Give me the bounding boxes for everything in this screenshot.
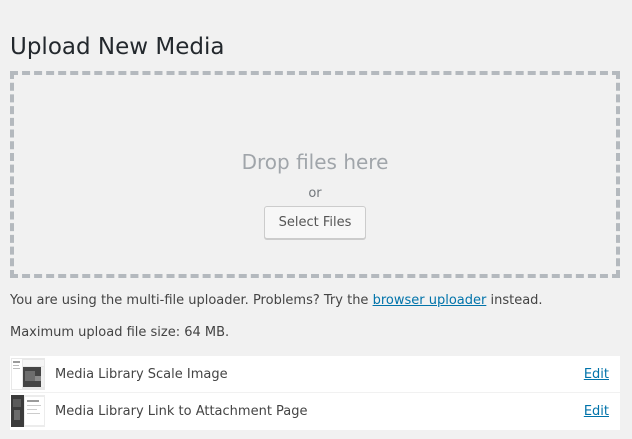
page-title: Upload New Media <box>10 34 225 61</box>
drop-zone[interactable]: Drop files here or Select Files <box>10 71 620 278</box>
image-thumbnail-icon <box>11 358 45 390</box>
drop-files-label: Drop files here <box>241 150 389 174</box>
item-title: Media Library Scale Image <box>55 367 228 382</box>
or-label: or <box>308 186 322 201</box>
edit-link[interactable]: Edit <box>584 403 609 420</box>
upload-media-page: Upload New Media Drop files here or Sele… <box>0 0 632 439</box>
item-title: Media Library Link to Attachment Page <box>55 404 308 419</box>
uploader-notice-suffix: instead. <box>486 293 543 308</box>
uploader-notice-prefix: You are using the multi-file uploader. P… <box>10 293 373 308</box>
image-thumbnail-icon <box>11 395 45 427</box>
select-files-button[interactable]: Select Files <box>264 206 366 239</box>
max-upload-size: Maximum upload file size: 64 MB. <box>10 325 230 340</box>
edit-link[interactable]: Edit <box>584 366 609 383</box>
uploaded-items-list: Media Library Scale Image Edit Media Lib… <box>10 356 620 430</box>
uploaded-item: Media Library Scale Image Edit <box>10 356 620 393</box>
browser-uploader-link[interactable]: browser uploader <box>373 293 487 308</box>
uploader-notice: You are using the multi-file uploader. P… <box>10 292 543 309</box>
uploaded-item: Media Library Link to Attachment Page Ed… <box>10 393 620 430</box>
